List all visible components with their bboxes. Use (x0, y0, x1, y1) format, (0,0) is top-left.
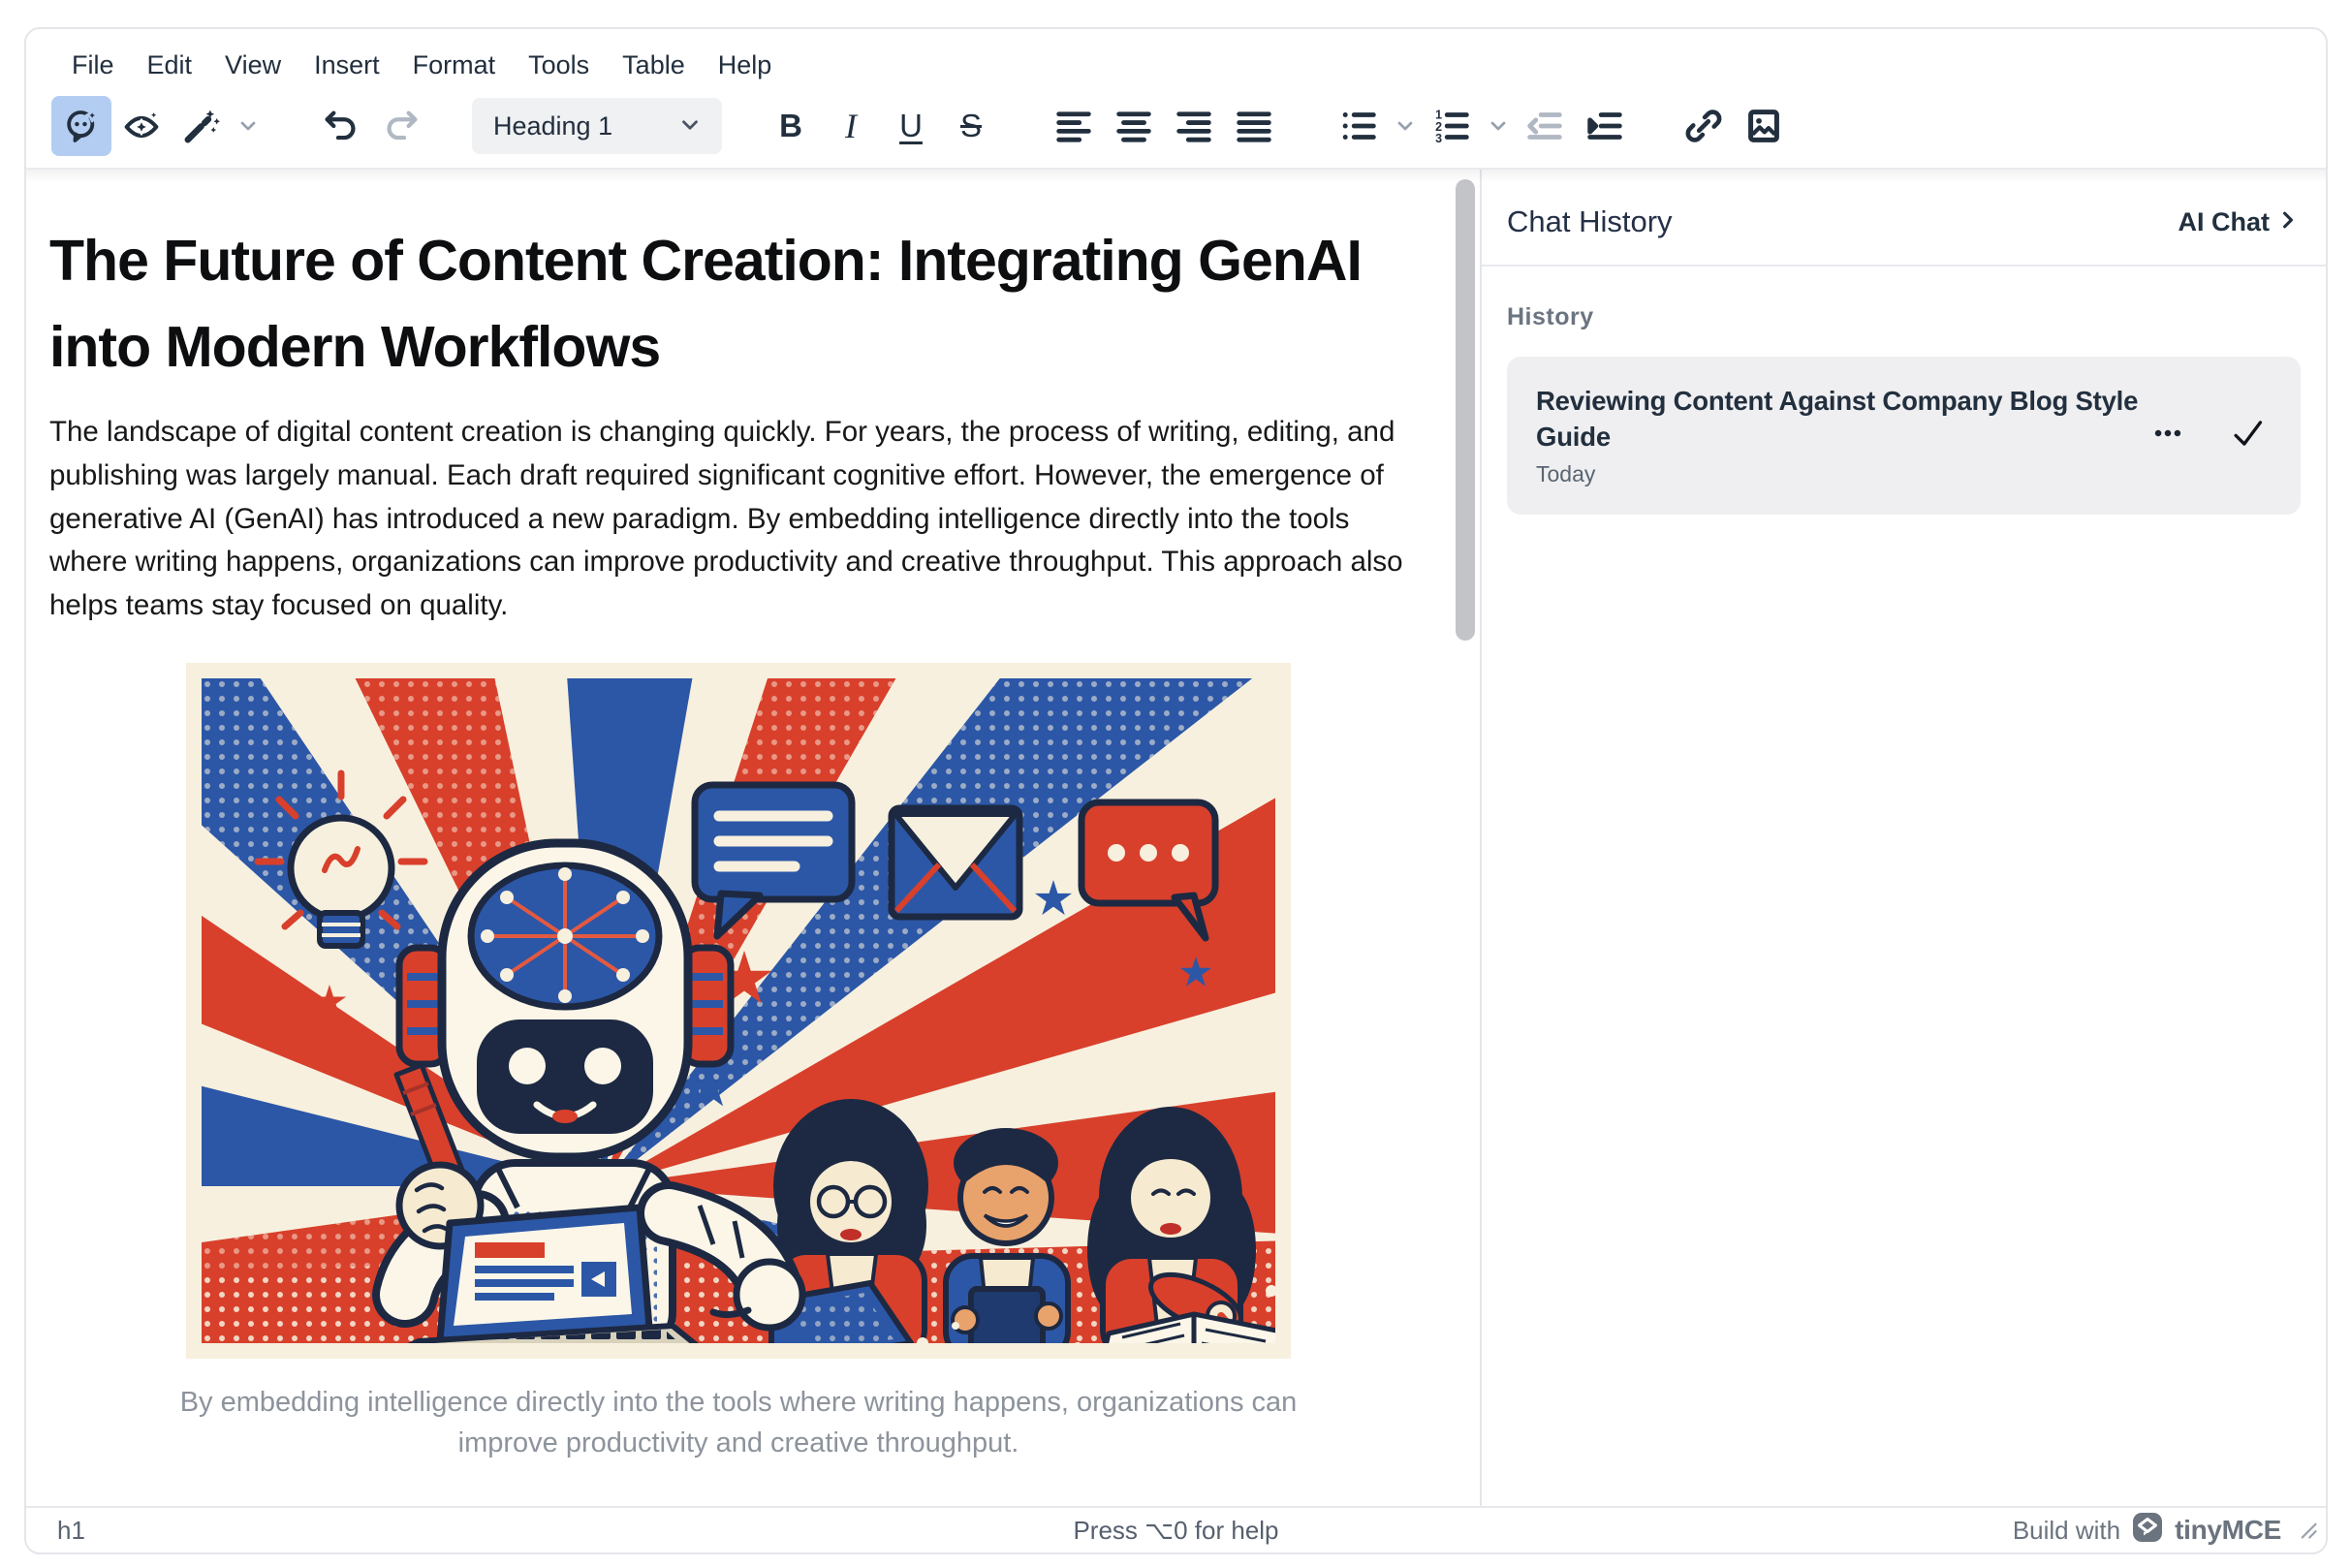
italic-button[interactable]: I (821, 96, 881, 156)
ai-review-button[interactable] (111, 96, 172, 156)
strikethrough-button[interactable]: S (941, 96, 1001, 156)
insert-image-button[interactable] (1734, 96, 1794, 156)
toolbar-text-style-group: B I U S (761, 96, 1001, 156)
panel-title: Chat History (1507, 204, 1673, 239)
history-item-text: Reviewing Content Against Company Blog S… (1536, 384, 2151, 487)
toolbar-align-group (1044, 96, 1284, 156)
chat-history-header: Chat History AI Chat (1482, 170, 2326, 265)
menu-view[interactable]: View (208, 43, 298, 88)
align-right-icon (1172, 104, 1216, 148)
document-title[interactable]: The Future of Content Creation: Integrat… (49, 218, 1427, 390)
align-left-button[interactable] (1044, 96, 1104, 156)
branding-prefix: Build with (2013, 1516, 2120, 1546)
numbered-list-icon: 123 (1429, 104, 1474, 148)
numbered-list-chevron-icon[interactable] (1482, 96, 1515, 156)
indent-icon (1583, 104, 1627, 148)
status-bar: h1 Press ⌥0 for help Build with tinyMCE (26, 1506, 2326, 1552)
menu-help[interactable]: Help (702, 43, 789, 88)
ai-shortcuts-chevron-icon[interactable] (232, 96, 265, 156)
chevron-down-icon (677, 112, 703, 141)
history-item[interactable]: Reviewing Content Against Company Blog S… (1507, 357, 2301, 515)
bullet-list-icon (1336, 104, 1381, 148)
indent-button[interactable] (1575, 96, 1635, 156)
history-item-title: Reviewing Content Against Company Blog S… (1536, 384, 2151, 455)
svg-text:3: 3 (1435, 132, 1442, 145)
history-item-actions (2151, 415, 2272, 456)
image-caption[interactable]: By embedding intelligence directly into … (128, 1382, 1349, 1463)
bullet-list-button[interactable] (1329, 96, 1389, 156)
editor-scrollbar-thumb[interactable] (1456, 179, 1475, 641)
chevron-right-icon (2277, 207, 2299, 237)
align-justify-icon (1232, 104, 1276, 148)
ai-review-eye-icon (119, 104, 164, 148)
toolbar-list-group: 123 (1329, 96, 1635, 156)
menubar: File Edit View Insert Format Tools Table… (26, 29, 2326, 90)
branding-name: tinyMCE (2175, 1515, 2281, 1546)
block-format-value: Heading 1 (493, 111, 612, 141)
toolbar-ai-group (51, 96, 265, 156)
menu-insert[interactable]: Insert (298, 43, 396, 88)
toolbar-history-group (311, 96, 431, 156)
bold-button[interactable]: B (761, 96, 821, 156)
editable-document[interactable]: The Future of Content Creation: Integrat… (26, 218, 1451, 1463)
outdent-icon (1522, 104, 1567, 148)
help-shortcut-text: Press ⌥0 for help (26, 1516, 2326, 1546)
undo-icon (319, 104, 363, 148)
poster-illustration (186, 663, 1291, 1359)
link-icon (1681, 104, 1726, 148)
align-center-icon (1112, 104, 1156, 148)
menu-file[interactable]: File (55, 43, 131, 88)
toolbar-insert-group (1674, 96, 1794, 156)
redo-icon (379, 104, 423, 148)
toolbar: Heading 1 B I U S (26, 90, 2326, 168)
resize-handle-icon[interactable] (2299, 1517, 2318, 1547)
menu-tools[interactable]: Tools (512, 43, 606, 88)
image-icon (1741, 104, 1786, 148)
ai-chat-icon (59, 104, 104, 148)
underline-button[interactable]: U (881, 96, 941, 156)
chat-history-panel: Chat History AI Chat History Reviewing C… (1482, 170, 2326, 1506)
more-options-icon[interactable] (2151, 417, 2184, 455)
menu-table[interactable]: Table (606, 43, 702, 88)
check-icon[interactable] (2229, 415, 2266, 456)
ai-chat-link-label: AI Chat (2179, 207, 2271, 237)
main-area: The Future of Content Creation: Integrat… (26, 170, 2326, 1506)
ai-chat-button[interactable] (51, 96, 111, 156)
block-format-select[interactable]: Heading 1 (472, 98, 722, 154)
numbered-list-button[interactable]: 123 (1422, 96, 1482, 156)
redo-button[interactable] (371, 96, 431, 156)
sidebar-divider (1482, 265, 2326, 267)
history-section-label: History (1507, 303, 2301, 331)
branding[interactable]: Build with tinyMCE (2013, 1512, 2281, 1550)
undo-button[interactable] (311, 96, 371, 156)
bullet-list-chevron-icon[interactable] (1389, 96, 1422, 156)
align-right-button[interactable] (1164, 96, 1224, 156)
ai-shortcuts-button[interactable] (172, 96, 232, 156)
link-button[interactable] (1674, 96, 1734, 156)
editor-window: File Edit View Insert Format Tools Table… (24, 27, 2328, 1554)
align-center-button[interactable] (1104, 96, 1164, 156)
align-justify-button[interactable] (1224, 96, 1284, 156)
document-paragraph[interactable]: The landscape of digital content creatio… (49, 411, 1427, 628)
history-item-date: Today (1536, 461, 2151, 487)
article-image[interactable]: By embedding intelligence directly into … (49, 663, 1427, 1463)
tinymce-logo-icon (2132, 1512, 2163, 1550)
editor-scrollbar[interactable] (1451, 170, 1480, 1506)
editor-canvas[interactable]: The Future of Content Creation: Integrat… (26, 170, 1451, 1506)
menu-edit[interactable]: Edit (131, 43, 209, 88)
ai-chat-link[interactable]: AI Chat (2179, 207, 2300, 237)
menu-format[interactable]: Format (396, 43, 513, 88)
outdent-button[interactable] (1515, 96, 1575, 156)
align-left-icon (1051, 104, 1096, 148)
toolbar-format-group: Heading 1 (472, 98, 722, 154)
magic-wand-icon (179, 104, 224, 148)
